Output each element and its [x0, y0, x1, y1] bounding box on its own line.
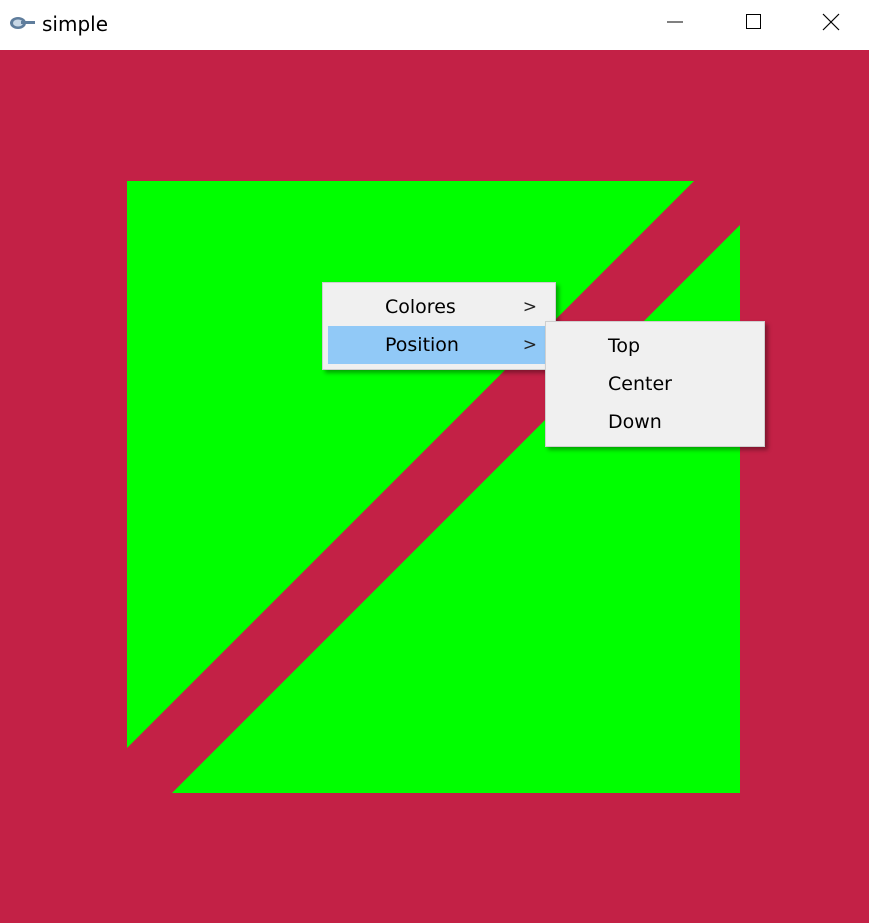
- menu-item-label: Down: [608, 411, 662, 433]
- maximize-icon: [746, 14, 761, 29]
- submenu-item-down[interactable]: Down: [551, 403, 759, 441]
- maximize-button[interactable]: [714, 0, 792, 50]
- title-bar[interactable]: simple: [0, 0, 869, 50]
- drawing-canvas[interactable]: [0, 50, 869, 923]
- menu-item-label: Center: [608, 373, 672, 395]
- eclipse-app-icon: [9, 15, 37, 31]
- submenu-arrow-icon: >: [522, 297, 537, 317]
- menu-item-label: Top: [608, 335, 641, 357]
- menu-item-label: Position: [385, 334, 459, 356]
- window-title: simple: [42, 12, 109, 36]
- submenu-item-center[interactable]: Center: [551, 365, 759, 403]
- menu-item-position[interactable]: Position >: [328, 326, 550, 364]
- submenu-arrow-icon: >: [522, 335, 537, 355]
- minimize-icon: [667, 21, 683, 23]
- close-icon: [822, 13, 840, 31]
- submenu-item-top[interactable]: Top: [551, 327, 759, 365]
- menu-item-colores[interactable]: Colores >: [328, 288, 550, 326]
- menu-item-label: Colores: [385, 296, 456, 318]
- close-button[interactable]: [791, 0, 869, 50]
- minimize-button[interactable]: [636, 0, 714, 50]
- position-submenu: Top Center Down: [545, 321, 765, 447]
- context-menu: Colores > Position >: [322, 282, 556, 370]
